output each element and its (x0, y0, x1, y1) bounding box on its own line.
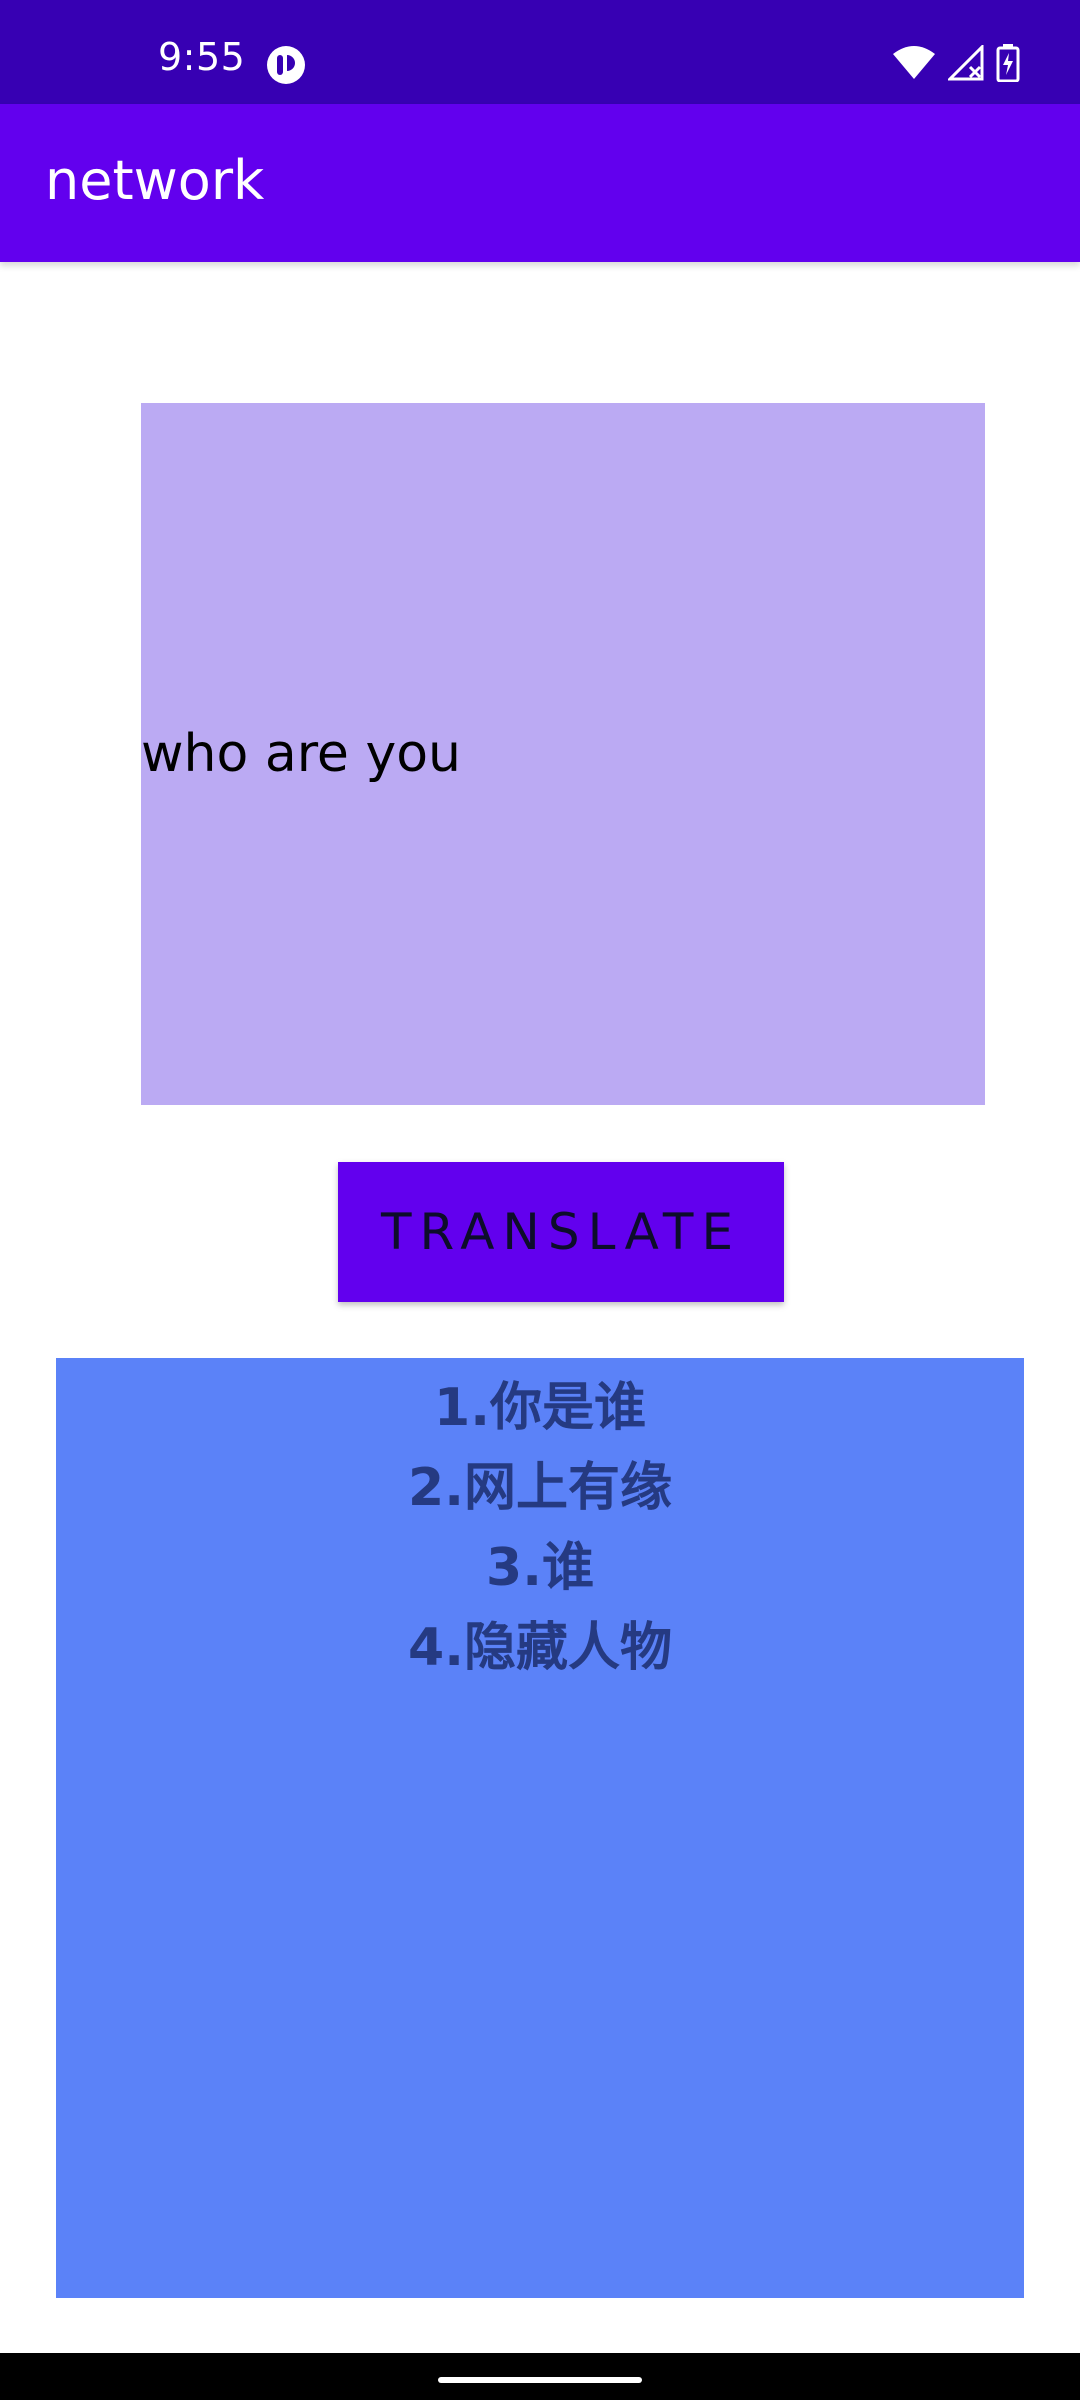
status-icons (892, 44, 1020, 82)
navigation-bar (0, 2353, 1080, 2400)
result-item: 1.你是谁 (434, 1378, 646, 1438)
result-item: 2.网上有缘 (408, 1458, 672, 1518)
battery-charging-icon (996, 44, 1020, 82)
result-item: 3.谁 (486, 1538, 594, 1598)
status-time: 9:55 (158, 35, 246, 79)
status-bar: 9:55 (0, 0, 1080, 104)
wifi-icon (893, 46, 935, 79)
app-notification-icon (267, 46, 305, 84)
home-gesture-handle[interactable] (438, 2377, 642, 2383)
source-text: who are you (141, 724, 461, 784)
source-text-field[interactable]: who are you (141, 403, 985, 1105)
cellular-no-signal-icon (948, 45, 984, 81)
translation-result-list: 1.你是谁 2.网上有缘 3.谁 4.隐藏人物 (56, 1358, 1024, 1688)
translation-result-panel: 1.你是谁 2.网上有缘 3.谁 4.隐藏人物 (56, 1358, 1024, 2298)
app-title: network (45, 149, 265, 212)
result-item: 4.隐藏人物 (408, 1618, 672, 1678)
app-bar: network (0, 104, 1080, 262)
screen: 9:55 network who are you TRANSLATE 1.你是谁… (0, 0, 1080, 2400)
translate-button[interactable]: TRANSLATE (338, 1162, 784, 1302)
translate-button-label: TRANSLATE (380, 1203, 742, 1261)
